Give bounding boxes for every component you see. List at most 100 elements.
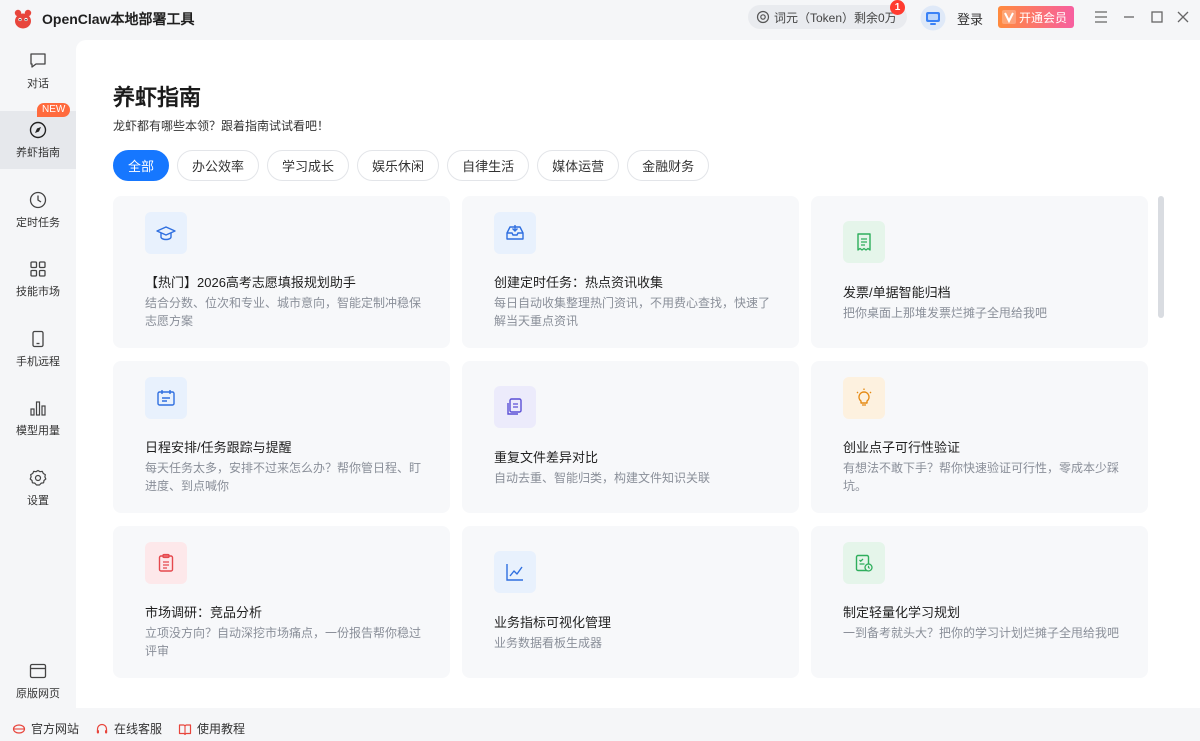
card-description: 业务数据看板生成器 <box>494 636 603 650</box>
sidebar-item-original-web[interactable]: 原版网页 <box>0 652 76 710</box>
maximize-icon[interactable] <box>1148 8 1166 26</box>
guide-card[interactable]: 日程安排/任务跟踪与提醒 每天任务太多，安排不过来怎么办？帮你管日程、盯进度、到… <box>113 361 450 513</box>
lobster-logo-icon <box>14 9 32 29</box>
sidebar-item-label: 养虾指南 <box>16 147 60 159</box>
card-description: 立项没方向？自动深挖市场痛点，一份报告帮你稳过评审 <box>145 626 422 658</box>
page-subtitle: 龙虾都有哪些本领？跟着指南试试看吧！ <box>113 119 330 133</box>
page-title: 养虾指南 <box>113 85 202 110</box>
clock-icon <box>29 191 47 209</box>
card-description: 每天任务太多，安排不过来怎么办？帮你管日程、盯进度、到点喊你 <box>145 461 422 493</box>
sidebar-item-scheduled-tasks[interactable]: 定时任务 <box>0 181 76 239</box>
guide-card[interactable]: 业务指标可视化管理 业务数据看板生成器 <box>462 526 799 678</box>
token-balance-label: 词元（Token）剩余0万 <box>774 10 897 25</box>
new-tag: NEW <box>37 103 71 117</box>
sidebar-item-label: 手机远程 <box>16 356 60 368</box>
card-title: 制定轻量化学习规划 <box>843 605 961 620</box>
vip-icon <box>1002 10 1016 24</box>
card-icon-box <box>145 212 187 254</box>
sidebar-item-settings[interactable]: 设置 <box>0 459 76 517</box>
tab-learning[interactable]: 学习成长 <box>267 150 350 181</box>
sidebar-item-chat[interactable]: 对话 <box>0 42 76 100</box>
category-tabs: 全部 办公效率 学习成长 娱乐休闲 自律生活 媒体运营 金融财务 <box>113 150 710 181</box>
vip-label: 开通会员 <box>1019 10 1068 25</box>
guide-card[interactable]: 【热门】2026高考志愿填报规划助手 结合分数、位次和专业、城市意向，智能定制冲… <box>113 196 450 348</box>
vertical-scrollbar[interactable] <box>1158 196 1164 318</box>
card-icon-box <box>494 212 536 254</box>
avatar[interactable] <box>920 5 946 31</box>
card-icon-box <box>843 377 885 419</box>
inbox-icon <box>506 225 524 240</box>
card-description: 结合分数、位次和专业、城市意向，智能定制冲稳保志愿方案 <box>145 296 422 328</box>
files-icon <box>507 398 522 415</box>
card-icon-box <box>145 377 187 419</box>
footer-link-support[interactable]: 在线客服 <box>95 720 162 737</box>
footer-link-label: 使用教程 <box>197 722 246 736</box>
footer-link-label: 在线客服 <box>114 722 163 736</box>
main-panel: 养虾指南 龙虾都有哪些本领？跟着指南试试看吧！ 全部 办公效率 学习成长 娱乐休… <box>76 40 1200 708</box>
gear-icon <box>29 469 47 486</box>
card-title: 创建定时任务：热点资讯收集 <box>494 275 664 290</box>
card-description: 把你桌面上那堆发票烂摊子全甩给我吧 <box>843 306 1048 320</box>
tab-entertainment[interactable]: 娱乐休闲 <box>357 150 440 181</box>
token-icon <box>756 10 770 24</box>
plan-icon <box>855 554 873 572</box>
card-description: 一到备考就头大？把你的学习计划烂摊子全甩给我吧 <box>843 626 1120 640</box>
card-title: 市场调研：竞品分析 <box>145 605 263 620</box>
vip-button[interactable]: 开通会员 <box>998 6 1075 28</box>
tab-office[interactable]: 办公效率 <box>177 150 260 181</box>
footer-bar: 官方网站 在线客服 使用教程 <box>0 712 1200 741</box>
sidebar-item-label: 原版网页 <box>16 688 60 700</box>
card-title: 创业点子可行性验证 <box>843 440 961 455</box>
book-icon <box>178 723 192 735</box>
receipt-icon <box>857 233 871 251</box>
guide-card[interactable]: 创建定时任务：热点资讯收集 每日自动收集整理热门资讯，不用费心查找，快速了解当天… <box>462 196 799 348</box>
browser-icon <box>29 663 47 679</box>
close-icon[interactable] <box>1174 8 1192 26</box>
menu-icon[interactable] <box>1092 8 1110 26</box>
sidebar-item-label: 技能市场 <box>16 286 60 298</box>
login-button[interactable]: 登录 <box>957 9 983 28</box>
card-title: 重复文件差异对比 <box>494 450 599 465</box>
tab-media[interactable]: 媒体运营 <box>537 150 620 181</box>
grid-icon <box>30 261 46 277</box>
footer-link-label: 官方网站 <box>31 722 80 736</box>
sidebar-item-label: 对话 <box>27 78 49 90</box>
tab-finance[interactable]: 金融财务 <box>627 150 710 181</box>
guide-card[interactable]: 发票/单据智能归档 把你桌面上那堆发票烂摊子全甩给我吧 <box>811 196 1148 348</box>
guide-card[interactable]: 市场调研：竞品分析 立项没方向？自动深挖市场痛点，一份报告帮你稳过评审 <box>113 526 450 678</box>
lightbulb-icon <box>856 388 872 406</box>
sidebar-item-label: 设置 <box>27 495 49 507</box>
guide-card[interactable]: 重复文件差异对比 自动去重、智能归类，构建文件知识关联 <box>462 361 799 513</box>
sidebar-item-guide[interactable]: 养虾指南 <box>0 111 76 169</box>
footer-link-tutorial[interactable]: 使用教程 <box>178 720 245 737</box>
card-icon-box <box>494 386 536 428</box>
card-title: 【热门】2026高考志愿填报规划助手 <box>145 275 356 290</box>
title-bar: OpenClaw本地部署工具 词元（Token）剩余0万 1 登录 开通会员 <box>0 0 1200 36</box>
app-title: OpenClaw本地部署工具 <box>42 11 195 27</box>
card-title: 业务指标可视化管理 <box>494 615 612 630</box>
chat-icon <box>30 53 46 68</box>
guide-card[interactable]: 制定轻量化学习规划 一到备考就头大？把你的学习计划烂摊子全甩给我吧 <box>811 526 1148 678</box>
bar-chart-icon <box>30 401 46 416</box>
card-icon-box <box>843 221 885 263</box>
clipboard-icon <box>158 553 174 572</box>
card-icon-box <box>145 542 187 584</box>
compass-icon <box>29 121 47 139</box>
phone-icon <box>32 330 44 348</box>
token-balance-pill[interactable]: 词元（Token）剩余0万 <box>748 5 907 29</box>
minimize-icon[interactable] <box>1120 8 1138 26</box>
tab-all[interactable]: 全部 <box>113 150 170 181</box>
card-description: 每日自动收集整理热门资讯，不用费心查找，快速了解当天重点资讯 <box>494 296 771 328</box>
graduation-cap-icon <box>156 226 176 241</box>
sidebar-item-skill-market[interactable]: 技能市场 <box>0 250 76 308</box>
card-description: 有想法不敢下手？帮你快速验证可行性，零成本少踩坑。 <box>843 461 1120 493</box>
calendar-icon <box>157 390 175 406</box>
card-description: 自动去重、智能归类，构建文件知识关联 <box>494 471 711 485</box>
tab-self-discipline[interactable]: 自律生活 <box>447 150 530 181</box>
guide-card[interactable]: 创业点子可行性验证 有想法不敢下手？帮你快速验证可行性，零成本少踩坑。 <box>811 361 1148 513</box>
globe-icon <box>12 723 26 734</box>
footer-link-official-site[interactable]: 官方网站 <box>12 720 79 737</box>
sidebar-item-mobile-remote[interactable]: 手机远程 <box>0 320 76 378</box>
headset-icon <box>96 723 108 733</box>
sidebar-item-model-usage[interactable]: 模型用量 <box>0 389 76 447</box>
